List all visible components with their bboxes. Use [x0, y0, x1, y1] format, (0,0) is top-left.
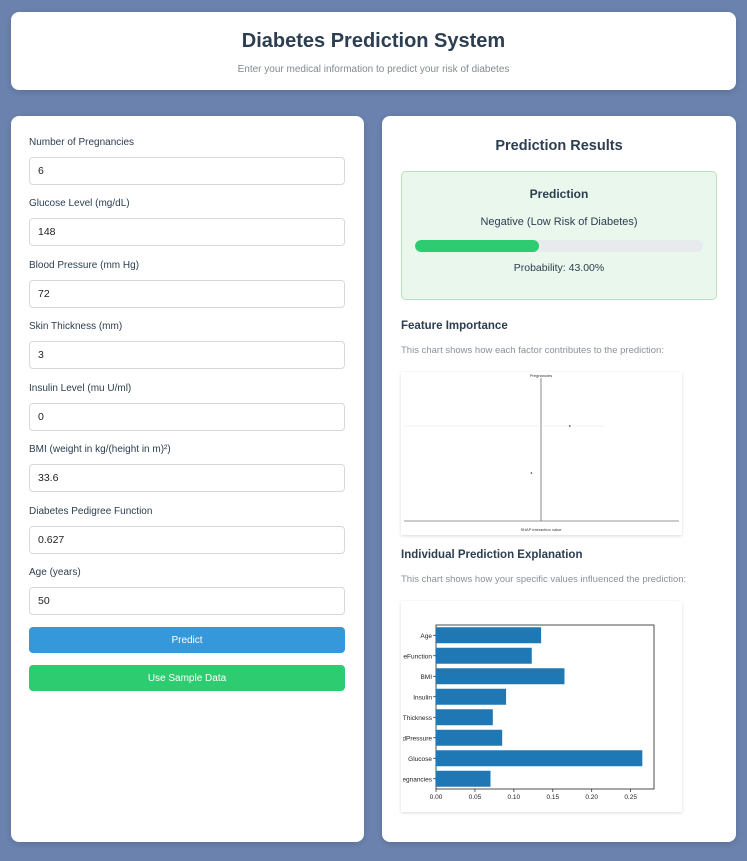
x-tick-label: 0.15	[546, 794, 559, 801]
bar-skinthickness	[436, 709, 493, 726]
y-tick-label: egnancies	[402, 776, 432, 783]
probability-bar	[415, 240, 703, 252]
insulin-label: Insulin Level (mu U/ml)	[29, 383, 132, 394]
predict-button[interactable]: Predict	[29, 627, 345, 653]
shap-x-label: SHAP interaction value	[520, 527, 562, 532]
x-tick-label: 0.20	[585, 794, 598, 801]
bar-age	[436, 627, 542, 644]
header-card: Diabetes Prediction System Enter your me…	[11, 12, 736, 90]
y-tick-label: Age	[420, 633, 432, 640]
input-form: Number of Pregnancies Glucose Level (mg/…	[11, 116, 364, 842]
prediction-text: Negative (Low Risk of Diabetes)	[480, 216, 638, 228]
skin-thickness-label: Skin Thickness (mm)	[29, 321, 123, 332]
results-panel: Prediction Results Prediction Negative (…	[382, 116, 736, 842]
explanation-chart: egnancies Glucose odPressure Thickness Insul…	[399, 601, 682, 812]
y-tick-label: eeFunction	[401, 653, 432, 660]
bar-bloodpressure	[436, 729, 503, 746]
shap-point	[569, 425, 571, 427]
skin-thickness-input[interactable]	[29, 341, 345, 369]
field-age: Age (years)	[29, 566, 345, 615]
y-tick-label: BMI	[420, 674, 432, 681]
x-tick-label: 0.25	[624, 794, 637, 801]
insulin-input[interactable]	[29, 403, 345, 431]
field-pregnancies: Number of Pregnancies	[29, 136, 345, 185]
x-tick-label: 0.10	[508, 794, 521, 801]
y-tick-label: Insulin	[413, 694, 432, 701]
bar-insulin	[436, 688, 507, 705]
pregnancies-label: Number of Pregnancies	[29, 137, 135, 148]
feature-importance-svg: Pregnancies SHAP interaction value	[404, 373, 679, 532]
field-glucose: Glucose Level (mg/dL)	[29, 197, 345, 246]
feature-importance-heading: Feature Importance	[401, 320, 508, 332]
explanation-svg: egnancies Glucose odPressure Thickness Insul…	[399, 601, 655, 812]
bar-chart-clip	[401, 601, 403, 812]
probability-bar-fill	[415, 240, 539, 252]
field-blood-pressure: Blood Pressure (mm Hg)	[29, 259, 345, 308]
age-label: Age (years)	[29, 567, 81, 578]
pedigree-input[interactable]	[29, 526, 345, 554]
explanation-heading: Individual Prediction Explanation	[401, 549, 583, 561]
probability-text: Probability: 43.00%	[513, 262, 605, 274]
bmi-input[interactable]	[29, 464, 345, 492]
prediction-box: Prediction Negative (Low Risk of Diabete…	[401, 171, 717, 300]
bar-diabetespedigreefunction	[436, 647, 532, 664]
prediction-heading: Prediction	[529, 187, 589, 201]
y-tick-label: odPressure	[401, 735, 432, 742]
field-insulin: Insulin Level (mu U/ml)	[29, 382, 345, 431]
bmi-label: BMI (weight in kg/(height in m)²)	[29, 444, 171, 455]
glucose-input[interactable]	[29, 218, 345, 246]
page-subtitle: Enter your medical information to predic…	[237, 64, 510, 75]
x-tick-label: 0.00	[430, 794, 443, 801]
field-bmi: BMI (weight in kg/(height in m)²)	[29, 443, 345, 492]
use-sample-data-button[interactable]: Use Sample Data	[29, 665, 345, 691]
page-title: Diabetes Prediction System	[241, 30, 506, 52]
bar-glucose	[436, 750, 643, 767]
field-skin-thickness: Skin Thickness (mm)	[29, 320, 345, 369]
bar-bmi	[436, 668, 565, 685]
results-title: Prediction Results	[495, 138, 623, 154]
glucose-label: Glucose Level (mg/dL)	[29, 198, 130, 209]
blood-pressure-input[interactable]	[29, 280, 345, 308]
explanation-description: This chart shows how your specific value…	[401, 574, 687, 585]
x-tick-label: 0.05	[469, 794, 482, 801]
age-input[interactable]	[29, 587, 345, 615]
blood-pressure-label: Blood Pressure (mm Hg)	[29, 260, 140, 271]
pregnancies-input[interactable]	[29, 157, 345, 185]
y-tick-label: Glucose	[408, 756, 432, 763]
feature-importance-description: This chart shows how each factor contrib…	[401, 345, 664, 356]
bar-pregnancies	[436, 770, 491, 787]
field-pedigree: Diabetes Pedigree Function	[29, 505, 345, 554]
y-tick-label: Thickness	[403, 715, 433, 722]
shap-point	[530, 472, 533, 474]
shap-top-label: Pregnancies	[530, 373, 552, 378]
feature-importance-chart: Pregnancies SHAP interaction value	[401, 372, 682, 535]
pedigree-label: Diabetes Pedigree Function	[29, 506, 153, 517]
